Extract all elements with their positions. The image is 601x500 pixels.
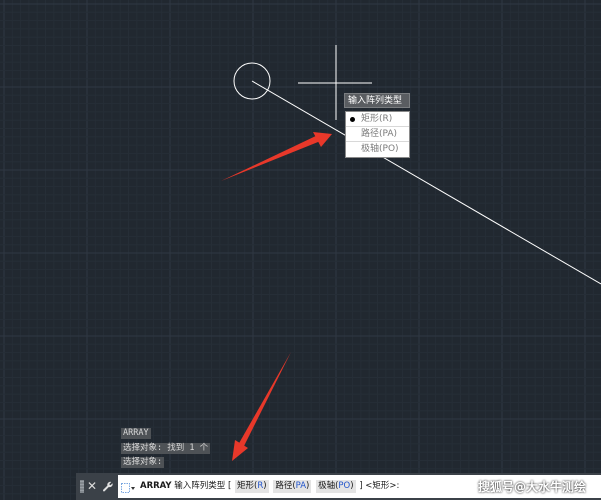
option-path[interactable]: 路径(PA) <box>273 480 312 493</box>
context-menu-title: 输入阵列类型 <box>344 93 410 108</box>
menu-item-label: 路径(PA) <box>361 129 398 139</box>
menu-item-rectangular[interactable]: 矩形(R) <box>346 112 409 127</box>
command-name: ARRAY <box>140 481 172 491</box>
default-option: <矩形>: <box>365 481 400 491</box>
option-polar[interactable]: 极轴(PO) <box>316 480 356 493</box>
command-history-line: 选择对象: <box>121 457 165 468</box>
grid <box>0 0 601 500</box>
drawing-canvas[interactable] <box>0 0 601 500</box>
command-history-line: 选择对象: 找到 1 个 <box>121 443 211 454</box>
watermark: 搜狐号@大水牛测绘 <box>478 480 587 494</box>
option-rectangular[interactable]: 矩形(R) <box>235 480 269 493</box>
drag-handle-icon[interactable] <box>80 480 84 493</box>
menu-item-path[interactable]: 路径(PA) <box>346 127 409 142</box>
menu-item-polar[interactable]: 极轴(PO) <box>346 142 409 157</box>
command-history-line: ARRAY <box>121 428 151 439</box>
bracket-close: ] <box>359 481 363 491</box>
array-type-menu: 矩形(R) 路径(PA) 极轴(PO) <box>345 111 410 158</box>
bracket-open: [ <box>228 481 232 491</box>
close-icon[interactable]: ✕ <box>87 473 97 500</box>
command-prompt-text: 输入阵列类型 <box>174 481 226 491</box>
annotation-arrow-menu <box>221 132 332 181</box>
selected-bullet-icon <box>350 117 355 122</box>
command-prompt: ARRAY 输入阵列类型 [ 矩形(R) 路径(PA) 极轴(PO) ] <矩形… <box>140 475 399 498</box>
customize-wrench-icon[interactable] <box>102 473 114 500</box>
command-prompt-icon[interactable] <box>121 480 135 493</box>
menu-item-label: 极轴(PO) <box>361 144 399 154</box>
menu-item-label: 矩形(R) <box>361 114 393 124</box>
